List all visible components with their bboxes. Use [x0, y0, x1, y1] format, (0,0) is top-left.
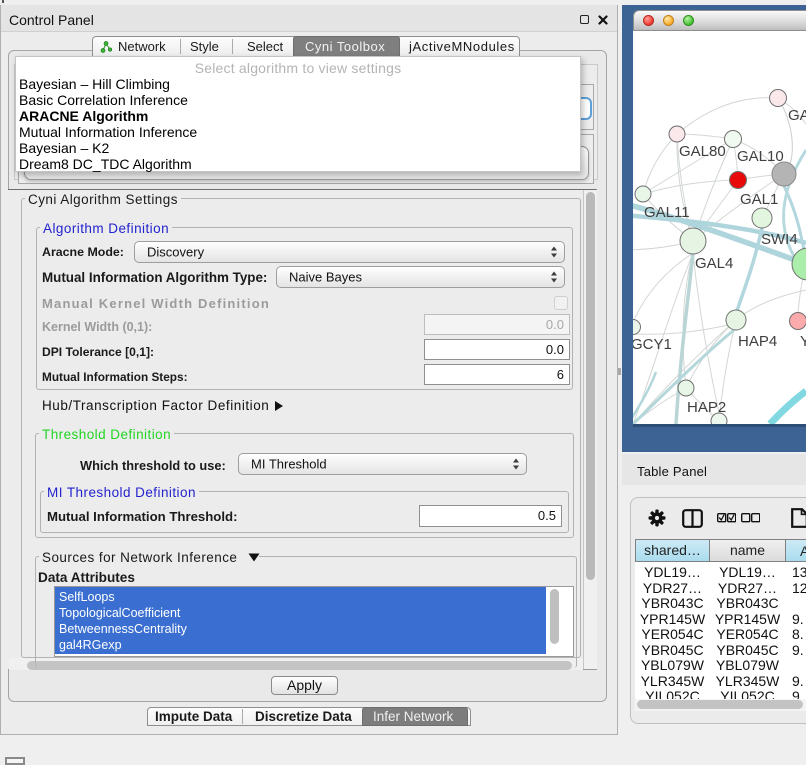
svg-text:HAP2: HAP2 — [687, 399, 726, 416]
svg-text:GAL11: GAL11 — [644, 204, 690, 221]
svg-text:GAL80: GAL80 — [679, 143, 726, 160]
svg-text:GAL: GAL — [788, 107, 806, 124]
svg-text:SWI4: SWI4 — [761, 231, 798, 248]
svg-text:GCY1: GCY1 — [633, 336, 672, 353]
svg-text:Y: Y — [800, 333, 806, 350]
svg-text:HAP4: HAP4 — [738, 333, 777, 350]
svg-text:GAL1: GAL1 — [740, 191, 778, 208]
svg-text:GAL10: GAL10 — [737, 148, 784, 165]
svg-text:GAL4: GAL4 — [695, 255, 733, 272]
